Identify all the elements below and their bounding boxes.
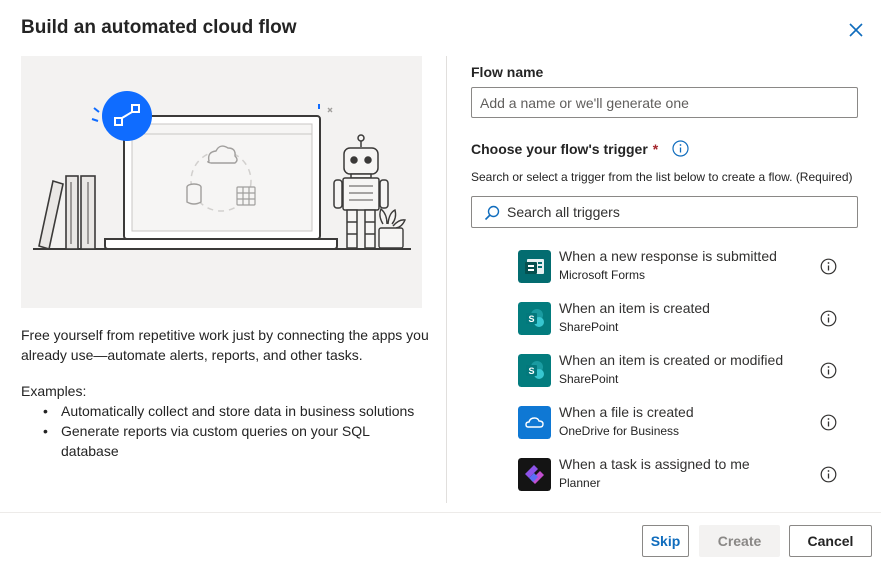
trigger-label-row: Choose your flow's trigger * <box>471 140 689 157</box>
trigger-search-input[interactable] <box>507 197 847 227</box>
trigger-hint: Search or select a trigger from the list… <box>471 170 853 184</box>
trigger-connector: OneDrive for Business <box>559 424 680 438</box>
hero-illustration <box>21 56 422 308</box>
cancel-button[interactable]: Cancel <box>789 525 872 557</box>
trigger-connector: SharePoint <box>559 372 619 386</box>
svg-text:S: S <box>528 314 534 324</box>
info-icon[interactable] <box>672 140 689 157</box>
flow-description: Free yourself from repetitive work just … <box>21 327 429 363</box>
info-icon[interactable] <box>820 414 837 431</box>
info-icon[interactable] <box>820 466 837 483</box>
sharepoint-icon: S <box>518 302 551 335</box>
flow-name-label: Flow name <box>471 64 544 80</box>
microsoft-forms-icon <box>518 250 551 283</box>
plant-illustration <box>378 207 406 249</box>
books-illustration <box>38 175 96 251</box>
trigger-item-sharepoint-item-created-or-modified[interactable]: S When an item is created or modified Sh… <box>518 352 848 392</box>
trigger-item-sharepoint-item-created[interactable]: S When an item is created SharePoint <box>518 300 848 340</box>
required-mark: * <box>652 140 659 157</box>
footer-divider <box>0 512 881 513</box>
dialog-title: Build an automated cloud flow <box>21 17 297 38</box>
info-icon[interactable] <box>820 362 837 379</box>
trigger-title: When a task is assigned to me <box>559 456 750 472</box>
trigger-item-onedrive-file-created[interactable]: When a file is created OneDrive for Busi… <box>518 404 848 444</box>
trigger-search-box[interactable] <box>471 196 858 228</box>
info-icon[interactable] <box>820 258 837 275</box>
example-item: Automatically collect and store data in … <box>40 401 430 421</box>
planner-icon <box>518 458 551 491</box>
close-icon[interactable] <box>846 20 866 40</box>
trigger-item-forms-new-response[interactable]: When a new response is submitted Microso… <box>518 248 848 288</box>
examples-label: Examples: <box>21 383 87 399</box>
trigger-title: When an item is created or modified <box>559 352 784 368</box>
trigger-title: When a file is created <box>559 404 694 420</box>
onedrive-icon <box>518 406 551 439</box>
examples-list: Automatically collect and store data in … <box>40 401 430 461</box>
search-icon <box>484 205 500 221</box>
info-icon[interactable] <box>820 310 837 327</box>
skip-button[interactable]: Skip <box>642 525 689 557</box>
create-button[interactable]: Create <box>699 525 780 557</box>
sharepoint-icon: S <box>518 354 551 387</box>
trigger-item-planner-task-assigned[interactable]: When a task is assigned to me Planner <box>518 456 848 496</box>
trigger-title: When an item is created <box>559 300 710 316</box>
trigger-connector: Microsoft Forms <box>559 268 646 282</box>
vertical-divider <box>446 56 447 503</box>
trigger-label: Choose your flow's trigger <box>471 140 648 157</box>
trigger-connector: Planner <box>559 476 601 490</box>
svg-text:S: S <box>528 366 534 376</box>
flow-name-input[interactable] <box>471 87 858 118</box>
trigger-title: When a new response is submitted <box>559 248 777 264</box>
trigger-connector: SharePoint <box>559 320 619 334</box>
example-item: Generate reports via custom queries on y… <box>40 421 430 461</box>
